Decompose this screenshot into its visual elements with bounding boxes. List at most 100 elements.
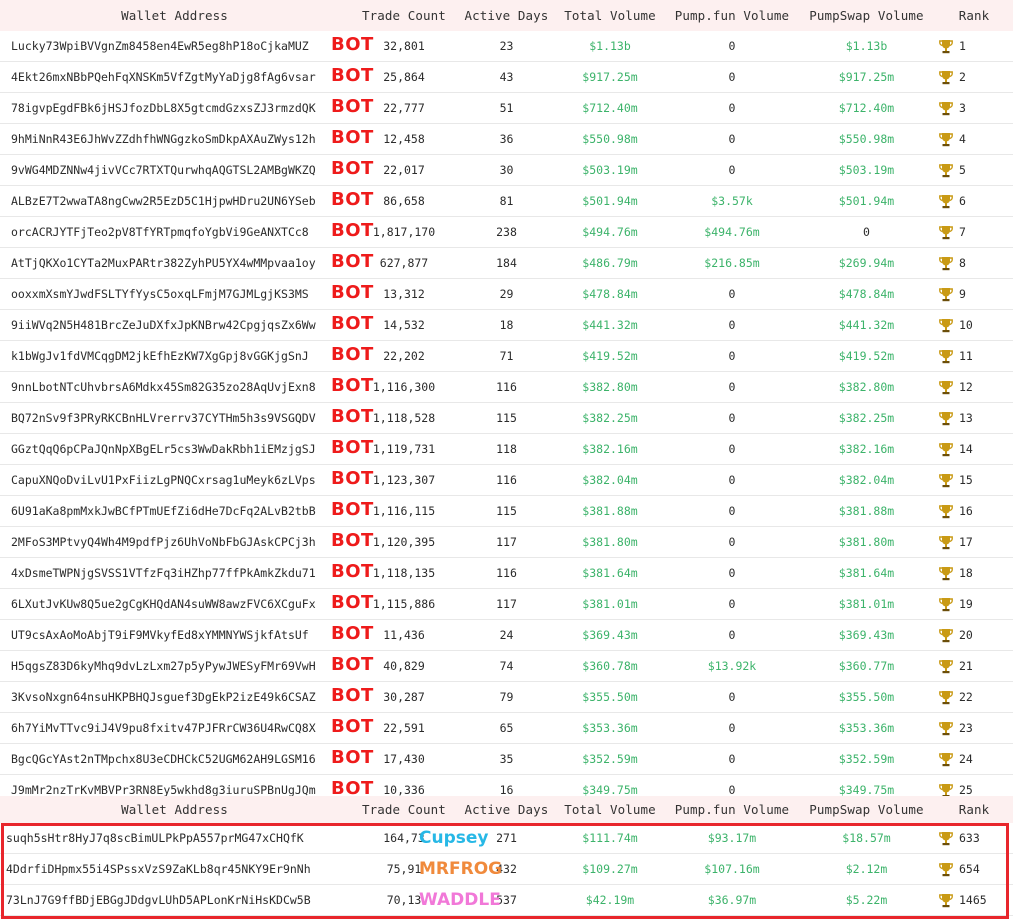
- table-row[interactable]: 4DdrfiDHpmx55i4SPssxVzS9ZaKLb8qr45NKY9Er…: [0, 853, 1013, 885]
- pumpswap-volume-text: $503.19m: [838, 163, 895, 177]
- wallet-address-cell[interactable]: H5qgsZ83D6kyMhq9dvLzLxm27p5yPywJWESyFMr6…: [0, 650, 349, 682]
- table-row[interactable]: 4xDsmeTWPNjgSVSS1VTfzFq3iHZhp77ffPkAmkZk…: [0, 557, 1013, 589]
- header-trade-count[interactable]: Trade Count: [349, 796, 459, 823]
- wallet-address-cell[interactable]: 6LXutJvKUw8Q5ue2gCgKHQdAN4suWW8awzFVC6XC…: [0, 588, 349, 620]
- header-total-volume[interactable]: Total Volume: [554, 796, 666, 823]
- table-row[interactable]: k1bWgJv1fdVMCqgDM2jkEfhEzKW7XgGpj8vGGKjg…: [0, 340, 1013, 372]
- total-volume-cell: $917.25m: [554, 61, 666, 93]
- header-pumpswap-volume[interactable]: PumpSwap Volume: [798, 0, 935, 31]
- header-pumpfun-volume[interactable]: Pump.fun Volume: [666, 0, 798, 31]
- table-row[interactable]: ALBzE7T2wwaTA8ngCww2R5EzD5C1HjpwHDru2UN6…: [0, 185, 1013, 217]
- wallet-address-cell[interactable]: UT9csAxAoMoAbjT9iF9MVkyfEd8xYMMNYWSjkfAt…: [0, 619, 349, 651]
- table-row[interactable]: H5qgsZ83D6kyMhq9dvLzLxm27p5yPywJWESyFMr6…: [0, 650, 1013, 682]
- wallet-address-cell[interactable]: GGztQqQ6pCPaJQnNpXBgELr5cs3WwDakRbh1iEMz…: [0, 433, 349, 465]
- pumpfun-volume-text: $13.92k: [707, 659, 757, 673]
- table-row[interactable]: 6LXutJvKUw8Q5ue2gCgKHQdAN4suWW8awzFVC6XC…: [0, 588, 1013, 620]
- rank-cell: 8: [935, 247, 1013, 279]
- trade-count-text: 14,532: [383, 318, 425, 332]
- table-row[interactable]: orcACRJYTFjTeo2pV8TfYRTpmqfoYgbVi9GeANXT…: [0, 216, 1013, 248]
- wallet-address-cell[interactable]: 4DdrfiDHpmx55i4SPssxVzS9ZaKLb8qr45NKY9Er…: [0, 853, 349, 885]
- total-volume-cell: $352.59m: [554, 743, 666, 775]
- rank-value: 654: [959, 861, 980, 876]
- table-row[interactable]: 3KvsoNxgn64nsuHKPBHQJsguef3DgEkP2izE49k6…: [0, 681, 1013, 713]
- header-trade-count[interactable]: Trade Count: [349, 0, 459, 31]
- header-pumpfun-volume[interactable]: Pump.fun Volume: [666, 796, 798, 823]
- header-total-volume[interactable]: Total Volume: [554, 0, 666, 31]
- table-row[interactable]: GGztQqQ6pCPaJQnNpXBgELr5cs3WwDakRbh1iEMz…: [0, 433, 1013, 465]
- table-row[interactable]: UT9csAxAoMoAbjT9iF9MVkyfEd8xYMMNYWSjkfAt…: [0, 619, 1013, 651]
- pumpfun-volume-text: $107.16m: [704, 862, 760, 876]
- table-row[interactable]: 9iiWVq2N5H481BrcZeJuDXfxJpKNBrw42CpgjqsZ…: [0, 309, 1013, 341]
- header-wallet-address[interactable]: Wallet Address: [0, 796, 349, 823]
- wallet-address-cell[interactable]: 9vWG4MDZNNw4jivVCc7RTXTQurwhqAQGTSL2AMBg…: [0, 154, 349, 186]
- wallet-address-cell[interactable]: CapuXNQoDviLvU1PxFiizLgPNQCxrsag1uMeyk6z…: [0, 464, 349, 496]
- bot-badge: BOT: [331, 34, 374, 55]
- wallet-address-cell[interactable]: Lucky73WpiBVVgnZm8458en4EwR5eg8hP18oCjka…: [0, 31, 349, 62]
- wallet-address-cell[interactable]: ooxxmXsmYJwdFSLTYfYysC5oxqLFmjM7GJMLgjKS…: [0, 278, 349, 310]
- table-row[interactable]: AtTjQKXo1CYTa2MuxPARtr382ZyhPU5YX4wMMpva…: [0, 247, 1013, 279]
- header-active-days[interactable]: Active Days: [459, 0, 554, 31]
- wallet-address-cell[interactable]: ALBzE7T2wwaTA8ngCww2R5EzD5C1HjpwHDru2UN6…: [0, 185, 349, 217]
- table-row[interactable]: 9vWG4MDZNNw4jivVCc7RTXTQurwhqAQGTSL2AMBg…: [0, 154, 1013, 186]
- wallet-address-cell[interactable]: BgcQGcYAst2nTMpchx8U3eCDHCkC52UGM62AH9LG…: [0, 743, 349, 775]
- pumpfun-volume-text: 0: [728, 628, 736, 642]
- table-row[interactable]: BgcQGcYAst2nTMpchx8U3eCDHCkC52UGM62AH9LG…: [0, 743, 1013, 775]
- table-row[interactable]: ooxxmXsmYJwdFSLTYfYysC5oxqLFmjM7GJMLgjKS…: [0, 278, 1013, 310]
- pumpfun-volume-text: 0: [728, 783, 736, 797]
- rank-cell: 4: [935, 123, 1013, 155]
- header-rank[interactable]: Rank: [935, 796, 1013, 823]
- bot-badge: BOT: [331, 65, 374, 86]
- wallet-address-cell[interactable]: AtTjQKXo1CYTa2MuxPARtr382ZyhPU5YX4wMMpva…: [0, 247, 349, 279]
- pumpfun-volume-text: 0: [728, 752, 736, 766]
- total-volume-cell: $109.27m: [554, 853, 666, 885]
- pumpswap-volume-cell: $269.94m: [798, 247, 935, 279]
- wallet-address-cell[interactable]: 6U91aKa8pmMxkJwBCfPTmUEfZi6dHe7DcFq2ALvB…: [0, 495, 349, 527]
- active-days-cell: 115: [459, 402, 554, 434]
- total-volume-cell: $369.43m: [554, 619, 666, 651]
- header-active-days[interactable]: Active Days: [459, 796, 554, 823]
- table-row[interactable]: CapuXNQoDviLvU1PxFiizLgPNQCxrsag1uMeyk6z…: [0, 464, 1013, 496]
- wallet-address-cell[interactable]: 73LnJ7G9ffBDjEBGgJDdgvLUhD5APLonKrNiHsKD…: [0, 884, 349, 916]
- wallet-address-cell[interactable]: 3KvsoNxgn64nsuHKPBHQJsguef3DgEkP2izE49k6…: [0, 681, 349, 713]
- wallet-address-cell[interactable]: suqh5sHtr8HyJ7q8scBimULPkPpA557prMG47xCH…: [0, 823, 349, 854]
- header-pumpswap-volume[interactable]: PumpSwap Volume: [798, 796, 935, 823]
- table-row[interactable]: 78igvpEgdFBk6jHSJfozDbL8X5gtcmdGzxsZJ3rm…: [0, 92, 1013, 124]
- wallet-address-text: 3KvsoNxgn64nsuHKPBHQJsguef3DgEkP2izE49k6…: [11, 690, 316, 704]
- table-row[interactable]: 2MFoS3MPtvyQ4Wh4M9pdfPjz6UhVoNbFbGJAskCP…: [0, 526, 1013, 558]
- table-row[interactable]: BQ72nSv9f3PRyRKCBnHLVrerrv37CYTHm5h3s9VS…: [0, 402, 1013, 434]
- bot-badge: BOT: [331, 344, 374, 365]
- table-row[interactable]: suqh5sHtr8HyJ7q8scBimULPkPpA557prMG47xCH…: [0, 823, 1013, 854]
- wallet-address-cell[interactable]: k1bWgJv1fdVMCqgDM2jkEfhEzKW7XgGpj8vGGKjg…: [0, 340, 349, 372]
- active-days-text: 238: [496, 225, 517, 239]
- wallet-address-text: GGztQqQ6pCPaJQnNpXBgELr5cs3WwDakRbh1iEMz…: [11, 442, 316, 456]
- wallet-address-cell[interactable]: 9iiWVq2N5H481BrcZeJuDXfxJpKNBrw42CpgjqsZ…: [0, 309, 349, 341]
- wallet-address-text: 6LXutJvKUw8Q5ue2gCgKHQdAN4suWW8awzFVC6XC…: [11, 597, 316, 611]
- wallet-address-cell[interactable]: 9hMiNnR43E6JhWvZZdhfhWNGgzkoSmDkpAXAuZWy…: [0, 123, 349, 155]
- wallet-address-cell[interactable]: 4xDsmeTWPNjgSVSS1VTfzFq3iHZhp77ffPkAmkZk…: [0, 557, 349, 589]
- pumpswap-volume-cell: $501.94m: [798, 185, 935, 217]
- wallet-address-cell[interactable]: orcACRJYTFjTeo2pV8TfYRTpmqfoYgbVi9GeANXT…: [0, 216, 349, 248]
- wallet-address-cell[interactable]: 4Ekt26mxNBbPQehFqXNSKm5VfZgtMyYaDjg8fAg6…: [0, 61, 349, 93]
- wallet-address-cell[interactable]: 9nnLbotNTcUhvbrsA6Mdkx45Sm82G35zo28AqUvj…: [0, 371, 349, 403]
- rank-cell: 11: [935, 340, 1013, 372]
- table-row[interactable]: 73LnJ7G9ffBDjEBGgJDdgvLUhD5APLonKrNiHsKD…: [0, 884, 1013, 916]
- wallet-address-cell[interactable]: BQ72nSv9f3PRyRKCBnHLVrerrv37CYTHm5h3s9VS…: [0, 402, 349, 434]
- header-wallet-address[interactable]: Wallet Address: [0, 0, 349, 31]
- pumpfun-volume-text: 0: [728, 442, 736, 456]
- rank-value: 19: [959, 596, 973, 611]
- active-days-text: 117: [496, 535, 517, 549]
- rank-cell: 1: [935, 31, 1013, 62]
- total-volume-cell: $381.01m: [554, 588, 666, 620]
- wallet-address-cell[interactable]: 6h7YiMvTTvc9iJ4V9pu8fxitv47PJFRrCW36U4Rw…: [0, 712, 349, 744]
- table-row[interactable]: 9nnLbotNTcUhvbrsA6Mdkx45Sm82G35zo28AqUvj…: [0, 371, 1013, 403]
- wallet-address-cell[interactable]: 78igvpEgdFBk6jHSJfozDbL8X5gtcmdGzxsZJ3rm…: [0, 92, 349, 124]
- table-row[interactable]: 9hMiNnR43E6JhWvZZdhfhWNGgzkoSmDkpAXAuZWy…: [0, 123, 1013, 155]
- table-row[interactable]: 6h7YiMvTTvc9iJ4V9pu8fxitv47PJFRrCW36U4Rw…: [0, 712, 1013, 744]
- total-volume-text: $501.94m: [582, 194, 638, 208]
- table-row[interactable]: Lucky73WpiBVVgnZm8458en4EwR5eg8hP18oCjka…: [0, 31, 1013, 62]
- header-rank[interactable]: Rank: [935, 0, 1013, 31]
- wallet-address-cell[interactable]: 2MFoS3MPtvyQ4Wh4M9pdfPjz6UhVoNbFbGJAskCP…: [0, 526, 349, 558]
- table-row[interactable]: 6U91aKa8pmMxkJwBCfPTmUEfZi6dHe7DcFq2ALvB…: [0, 495, 1013, 527]
- pumpswap-volume-cell: $382.04m: [798, 464, 935, 496]
- table-row[interactable]: 4Ekt26mxNBbPQehFqXNSKm5VfZgtMyYaDjg8fAg6…: [0, 61, 1013, 93]
